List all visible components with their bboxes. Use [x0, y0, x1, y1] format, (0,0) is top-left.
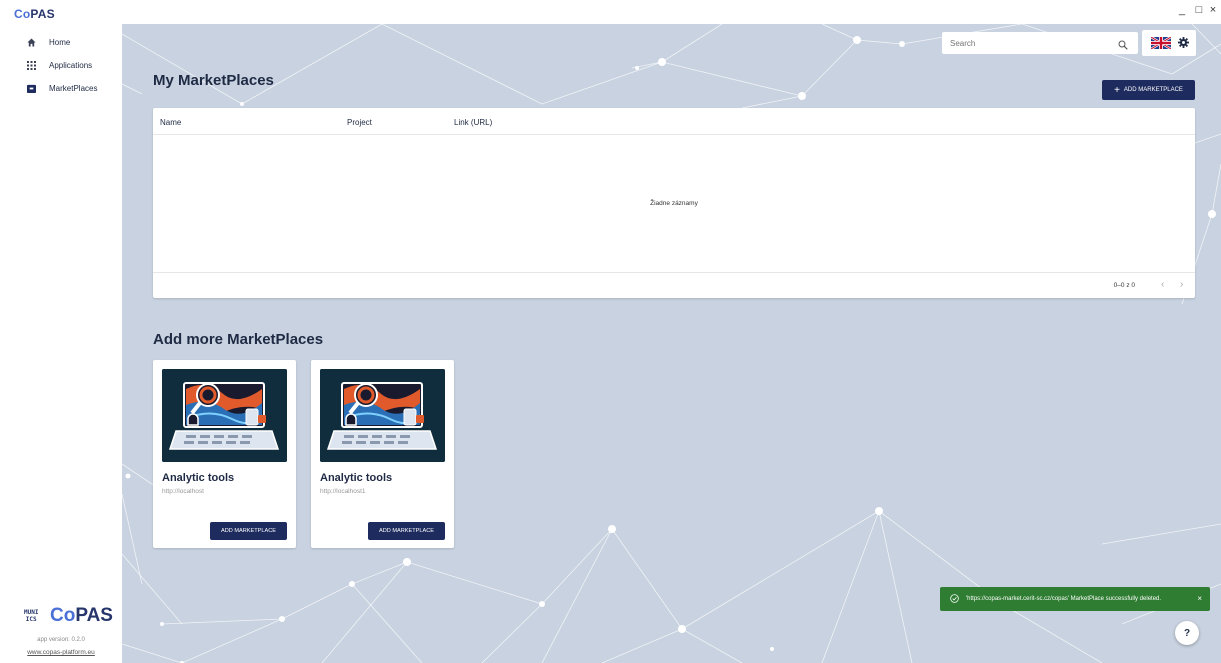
grid-icon	[23, 60, 39, 70]
analytics-thumbnail	[162, 369, 287, 462]
column-header-name[interactable]: Name	[160, 118, 181, 127]
success-toast: 'https://copas-market.cerit-sc.cz/copas'…	[940, 587, 1210, 611]
section-title: Add more MarketPlaces	[153, 331, 324, 348]
card-url: http://localhost1	[320, 488, 366, 495]
uk-flag-icon[interactable]	[1151, 37, 1171, 49]
column-header-project[interactable]: Project	[347, 118, 372, 127]
header-actions	[1142, 30, 1196, 56]
chevron-right-icon[interactable]: ›	[1180, 279, 1183, 290]
add-marketplace-button[interactable]: + ADD MARKETPLACE	[1102, 80, 1195, 100]
check-circle-icon	[950, 593, 959, 605]
sidebar-item-label: Applications	[49, 60, 93, 70]
plus-icon: +	[1114, 84, 1120, 96]
title-bar: CoPAS _ □ ×	[0, 0, 1221, 24]
website-link[interactable]: www.copas-platform.eu	[0, 649, 122, 656]
card-url: http://localhost	[162, 488, 204, 495]
pagination-info: 0–0 z 0	[1113, 282, 1135, 289]
card-title: Analytic tools	[320, 472, 393, 484]
app-version: app version: 0.2.0	[37, 637, 85, 643]
column-header-link[interactable]: Link (URL)	[454, 118, 492, 127]
analytics-thumbnail	[320, 369, 445, 462]
chevron-left-icon[interactable]: ‹	[1161, 279, 1164, 290]
sidebar: Home Applications MarketPlaces MUNI ICS C…	[0, 24, 122, 663]
search-bar[interactable]	[942, 32, 1138, 54]
page-title: My MarketPlaces	[153, 72, 274, 89]
close-window-button[interactable]: ×	[1205, 4, 1221, 16]
marketplace-card: Analytic tools http://localhost1 ADD MAR…	[311, 360, 454, 548]
main-content: My MarketPlaces + ADD MARKETPLACE Name P…	[122, 24, 1221, 663]
help-button[interactable]: ?	[1175, 621, 1199, 645]
marketplace-icon	[23, 84, 39, 93]
card-title: Analytic tools	[162, 472, 235, 484]
sidebar-item-label: MarketPlaces	[49, 83, 98, 93]
muni-logo: MUNI ICS	[24, 609, 39, 623]
marketplace-card: Analytic tools http://localhost ADD MARK…	[153, 360, 296, 548]
minimize-button[interactable]: _	[1174, 4, 1190, 16]
gear-icon[interactable]	[1178, 37, 1189, 48]
marketplaces-table: Name Project Link (URL) Žiadne záznamy 0…	[153, 108, 1195, 298]
empty-table-message: Žiadne záznamy	[650, 200, 698, 207]
sidebar-item-marketplaces[interactable]: MarketPlaces	[0, 77, 122, 99]
search-input[interactable]	[950, 38, 1110, 48]
sidebar-item-home[interactable]: Home	[0, 31, 122, 53]
sidebar-item-label: Home	[49, 37, 71, 47]
sidebar-item-applications[interactable]: Applications	[0, 54, 122, 76]
home-icon	[23, 37, 39, 47]
sidebar-footer: MUNI ICS CoPAS app version: 0.2.0 www.cop…	[0, 603, 122, 663]
search-icon[interactable]	[1118, 37, 1128, 55]
toast-message: 'https://copas-market.cerit-sc.cz/copas'…	[966, 596, 1162, 602]
copas-logo: CoPAS	[50, 605, 113, 626]
add-marketplace-card-button[interactable]: ADD MARKETPLACE	[210, 522, 287, 540]
divider	[153, 134, 1195, 135]
add-marketplace-card-button[interactable]: ADD MARKETPLACE	[368, 522, 445, 540]
close-icon[interactable]: ×	[1197, 594, 1202, 603]
divider	[153, 272, 1195, 273]
app-logo: CoPAS	[14, 7, 55, 21]
